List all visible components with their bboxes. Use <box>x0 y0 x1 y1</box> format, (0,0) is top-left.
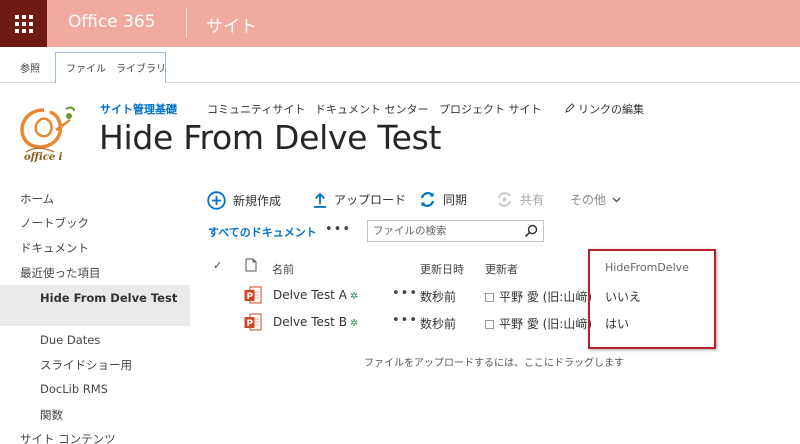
column-header-modified-by[interactable]: 更新者 <box>485 261 518 277</box>
search-icon[interactable] <box>524 224 538 241</box>
file-name-link[interactable]: Delve Test B ✲ <box>273 315 358 329</box>
presence-icon <box>485 320 494 329</box>
topnav-item-site-admin[interactable]: サイト管理基礎 <box>100 101 177 117</box>
upload-button-label: アップロード <box>334 193 407 207</box>
suite-site-link[interactable]: サイト <box>206 12 257 37</box>
suite-bar: Office 365 サイト <box>0 0 800 47</box>
leftnav-item-documents[interactable]: ドキュメント <box>20 240 89 256</box>
tab-browse[interactable]: 参照 <box>20 60 40 75</box>
column-header-modified[interactable]: 更新日時 <box>420 261 464 277</box>
powerpoint-file-icon: P <box>244 286 262 308</box>
app-launcher-button[interactable] <box>0 0 47 47</box>
edit-links-label: リンクの編集 <box>578 103 644 116</box>
leftnav-item-slideshow[interactable]: スライドショー用 <box>40 357 132 373</box>
waffle-icon <box>14 14 33 33</box>
select-all-checkbox[interactable]: ✓ <box>213 259 222 272</box>
leftnav-item-doclib-rms[interactable]: DocLib RMS <box>40 382 108 396</box>
office365-brand-link[interactable]: Office 365 <box>68 12 155 32</box>
topnav-item-document-center[interactable]: ドキュメント センター <box>315 101 429 117</box>
modified-cell: 数秒前 <box>420 317 457 331</box>
powerpoint-file-icon: P <box>244 313 262 335</box>
edit-links-button[interactable]: リンクの編集 <box>565 101 644 117</box>
sync-icon <box>419 191 436 208</box>
modified-by-name: 平野 愛 (旧:山﨑) <box>499 290 593 304</box>
more-button[interactable]: その他 <box>570 191 621 208</box>
annotation-highlight-box <box>588 249 716 349</box>
leftnav-item-hide-from-delve-test[interactable]: Hide From Delve Test <box>40 291 180 306</box>
new-item-icon: ✲ <box>349 291 359 302</box>
drag-drop-hint: ファイルをアップロードするには、ここにドラッグします <box>364 358 624 369</box>
upload-button[interactable]: アップロード <box>313 191 406 208</box>
sync-button[interactable]: 同期 <box>419 191 467 208</box>
leftnav-item-home[interactable]: ホーム <box>20 191 54 207</box>
upload-icon <box>313 192 327 208</box>
item-ellipsis-button[interactable]: ••• <box>392 286 418 301</box>
leftnav-item-recent[interactable]: 最近使った項目 <box>20 265 101 281</box>
modified-by-cell[interactable]: 平野 愛 (旧:山﨑) <box>485 288 592 305</box>
presence-icon <box>485 293 494 302</box>
more-button-label: その他 <box>570 193 607 207</box>
share-button[interactable]: 共有 <box>496 191 544 208</box>
new-button[interactable]: 新規作成 <box>207 191 281 210</box>
svg-text:P: P <box>247 319 254 329</box>
file-search-input[interactable] <box>368 221 518 241</box>
share-button-label: 共有 <box>520 193 545 207</box>
modified-cell: 数秒前 <box>420 290 457 304</box>
file-search-box <box>367 220 544 242</box>
leftnav-item-notebook[interactable]: ノートブック <box>20 215 89 231</box>
svg-text:office i: office i <box>24 152 63 162</box>
new-button-label: 新規作成 <box>233 194 282 208</box>
file-name-link[interactable]: Delve Test A ✲ <box>273 288 358 302</box>
topnav-item-project-site[interactable]: プロジェクト サイト <box>439 101 542 117</box>
suite-divider <box>186 8 187 38</box>
file-name: Delve Test B <box>273 315 347 329</box>
new-item-icon: ✲ <box>349 318 359 329</box>
tab-files[interactable]: ファイル <box>66 60 106 75</box>
view-options-ellipsis[interactable]: ••• <box>325 222 351 237</box>
leftnav-item-site-contents[interactable]: サイト コンテンツ <box>20 431 116 444</box>
file-type-icon[interactable] <box>245 258 257 275</box>
site-title[interactable]: Hide From Delve Test <box>99 118 441 157</box>
modified-by-name: 平野 愛 (旧:山﨑) <box>499 317 593 331</box>
ribbon-tabs: 参照 ファイル ライブラリ <box>0 47 800 83</box>
file-name: Delve Test A <box>273 288 347 302</box>
add-circle-icon <box>207 191 226 210</box>
view-all-documents[interactable]: すべてのドキュメント <box>208 224 317 240</box>
item-ellipsis-button[interactable]: ••• <box>392 313 418 328</box>
sync-button-label: 同期 <box>443 193 468 207</box>
site-logo[interactable]: office i <box>14 100 80 162</box>
chevron-down-icon <box>612 196 621 203</box>
pencil-icon <box>565 103 575 113</box>
tab-library[interactable]: ライブラリ <box>116 60 166 75</box>
leftnav-item-functions[interactable]: 関数 <box>40 407 63 423</box>
column-header-name[interactable]: 名前 <box>272 261 294 277</box>
share-icon <box>496 191 513 208</box>
topnav-item-community[interactable]: コミュニティサイト <box>207 101 305 117</box>
svg-text:P: P <box>247 292 254 302</box>
leftnav-item-due-dates[interactable]: Due Dates <box>40 333 100 347</box>
modified-by-cell[interactable]: 平野 愛 (旧:山﨑) <box>485 315 592 332</box>
